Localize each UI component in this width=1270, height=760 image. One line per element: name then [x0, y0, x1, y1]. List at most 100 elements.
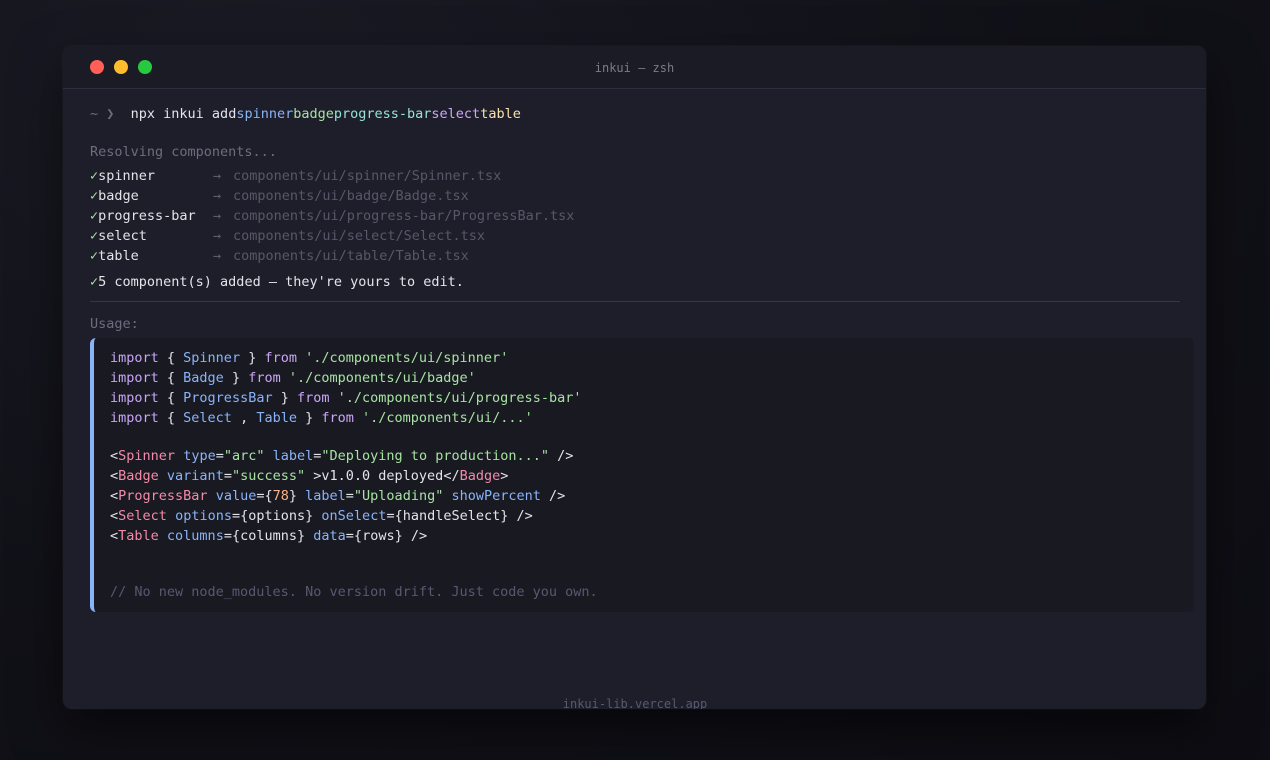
command-arg: progress-bar — [333, 106, 432, 122]
command-arg: table — [480, 106, 521, 122]
component-row: ✓badge → components/ui/badge/Badge.tsx — [90, 186, 790, 206]
prompt-symbol: ~ ❯ — [90, 106, 115, 122]
component-name: badge — [98, 188, 139, 204]
jsx-value: "arc" — [223, 448, 265, 464]
terminal-window: inkui — zsh ~ ❯ npx inkui addspinnerbadg… — [63, 46, 1206, 709]
command-arg: spinner — [236, 106, 294, 122]
component-name: progress-bar — [98, 208, 196, 224]
code-line: import { ProgressBar } from './component… — [110, 388, 598, 408]
import-name: ProgressBar — [183, 390, 273, 406]
check-icon: ✓ — [90, 228, 99, 244]
code-line: import { Badge } from './components/ui/b… — [110, 368, 598, 388]
keyword: import — [110, 370, 159, 386]
component-path: components/ui/spinner/Spinner.tsx — [233, 168, 502, 184]
arrow-icon: → — [213, 208, 222, 224]
jsx-value: handleSelect — [402, 508, 501, 524]
keyword: import — [110, 390, 159, 406]
divider — [90, 301, 1180, 302]
check-icon: ✓ — [90, 208, 99, 224]
footer-url[interactable]: inkui-lib.vercel.app — [90, 697, 1180, 709]
check-icon: ✓ — [90, 168, 99, 184]
code-line: <ProgressBar value={78} label="Uploading… — [110, 488, 566, 504]
component-row: ✓select → components/ui/select/Select.ts… — [90, 226, 790, 246]
jsx-tag: Select — [118, 508, 167, 524]
jsx-tag: Spinner — [118, 448, 176, 464]
jsx-attr: onSelect — [321, 508, 387, 524]
command-line: ~ ❯ npx inkui addspinnerbadgeprogress-ba… — [90, 104, 521, 124]
jsx-tag: Badge — [118, 468, 159, 484]
jsx-value: "Deploying to production..." — [321, 448, 549, 464]
punctuation: { — [158, 410, 184, 426]
jsx-tag: Badge — [459, 468, 501, 484]
arrow-icon: → — [213, 228, 222, 244]
string: './components/ui/...' — [362, 410, 533, 426]
keyword: from — [296, 390, 330, 406]
component-path: components/ui/badge/Badge.tsx — [233, 188, 469, 204]
code-line: <Badge variant="success" >v1.0.0 deploye… — [110, 468, 509, 484]
import-name: Select — [183, 410, 232, 426]
code-line: <Spinner type="arc" label="Deploying to … — [110, 448, 574, 464]
check-icon: ✓ — [90, 248, 99, 264]
string: './components/ui/badge' — [288, 370, 476, 386]
window-title: inkui — zsh — [594, 61, 675, 75]
code-block: import { Spinner } from './components/ui… — [90, 338, 1194, 612]
jsx-attr: columns — [166, 528, 224, 544]
jsx-attr: data — [313, 528, 346, 544]
component-path: components/ui/select/Select.tsx — [233, 228, 485, 244]
component-row: ✓spinner → components/ui/spinner/Spinner… — [90, 166, 790, 186]
keyword: import — [110, 410, 159, 426]
code-line: import { Spinner } from './components/ui… — [110, 348, 598, 368]
usage-label: Usage: — [90, 316, 139, 332]
summary-line: ✓5 component(s) added — they're yours to… — [90, 272, 464, 292]
punctuation: } — [296, 410, 322, 426]
jsx-value: "Uploading" — [353, 488, 444, 504]
punctuation: } — [272, 390, 297, 406]
component-path: components/ui/table/Table.tsx — [233, 248, 469, 264]
jsx-tag: Table — [118, 528, 159, 544]
jsx-attr: value — [215, 488, 257, 504]
jsx-value: options — [248, 508, 306, 524]
check-icon: ✓ — [90, 274, 99, 290]
component-path: components/ui/progress-bar/ProgressBar.t… — [233, 208, 575, 224]
resolving-text: Resolving components... — [90, 144, 277, 160]
jsx-attr: variant — [166, 468, 224, 484]
punctuation: } — [240, 350, 265, 366]
jsx-attr: options — [175, 508, 232, 524]
keyword: from — [248, 370, 281, 386]
keyword: from — [321, 410, 354, 426]
code-line: <Select options={options} onSelect={hand… — [110, 508, 533, 524]
jsx-attr: label — [272, 448, 314, 464]
import-name: Badge — [183, 370, 224, 386]
command-arg: badge — [293, 106, 334, 122]
component-row: ✓progress-bar → components/ui/progress-b… — [90, 206, 790, 226]
jsx-text: v1.0.0 deployed — [321, 468, 444, 484]
jsx-attr: label — [305, 488, 346, 504]
jsx-value: 78 — [272, 488, 289, 504]
arrow-icon: → — [213, 188, 222, 204]
command-text: npx inkui add — [130, 106, 237, 122]
import-name: Spinner — [183, 350, 241, 366]
component-name: table — [98, 248, 139, 264]
check-icon: ✓ — [90, 188, 99, 204]
jsx-value: "success" — [231, 468, 306, 484]
jsx-value: columns — [240, 528, 297, 544]
title-bar: inkui — zsh — [63, 46, 1206, 89]
jsx-value: rows — [362, 528, 395, 544]
keyword: from — [264, 350, 297, 366]
code-comment: // No new node_modules. No version drift… — [110, 584, 598, 600]
punctuation: } — [223, 370, 249, 386]
keyword: import — [110, 350, 159, 366]
code-line: <Table columns={columns} data={rows} /> — [110, 528, 428, 544]
punctuation: { — [158, 370, 184, 386]
jsx-attr: showPercent — [451, 488, 541, 504]
component-name: select — [98, 228, 147, 244]
command-arg: select — [431, 106, 481, 122]
jsx-tag: ProgressBar — [118, 488, 208, 504]
component-row: ✓table → components/ui/table/Table.tsx — [90, 246, 790, 266]
component-name: spinner — [98, 168, 156, 184]
arrow-icon: → — [213, 168, 222, 184]
arrow-icon: → — [213, 248, 222, 264]
punctuation: { — [158, 350, 184, 366]
summary-text: 5 component(s) added — they're yours to … — [98, 274, 464, 290]
punctuation: { — [158, 390, 184, 406]
